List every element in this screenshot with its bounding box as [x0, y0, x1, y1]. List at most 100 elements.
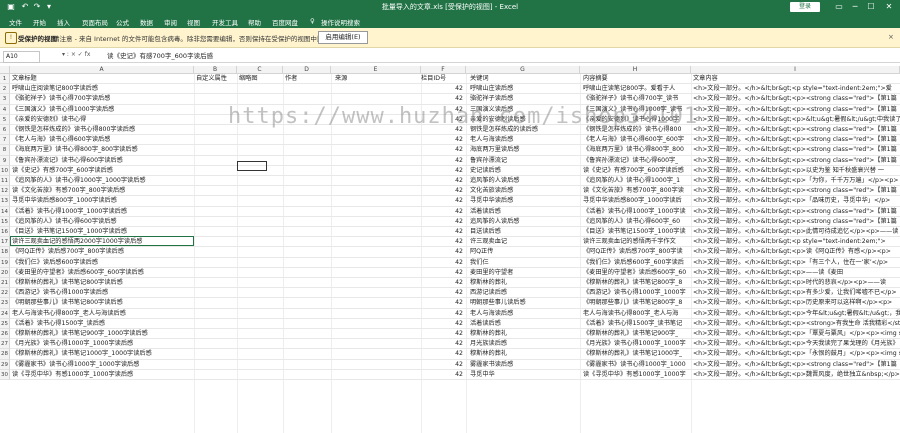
row-number[interactable]: 29 [0, 359, 10, 370]
title-cell[interactable]: 《穆斯林的葬礼》读书笔记1000字_1000字读后感 [12, 349, 152, 359]
minimize-icon[interactable]: ─ [850, 2, 860, 12]
tab-baidu-netdisk[interactable]: 百度网盘 [272, 17, 298, 27]
keyword-cell[interactable]: 穆斯林的葬礼 [470, 329, 507, 339]
keyword-cell[interactable]: 追风筝的人读后感 [470, 176, 520, 186]
table-row[interactable]: 呼啸山庄阅读笔记800字读后感 42 呼啸山庄读后感 呼啸山庄读笔记800字。爱看于人… [10, 84, 900, 95]
row-number[interactable]: 22 [0, 288, 10, 299]
tab-formulas[interactable]: 公式 [116, 17, 129, 27]
summary-cell[interactable]: 《追风筝的人》读书心得1000字_1 [583, 176, 680, 186]
row-number[interactable]: 5 [0, 114, 10, 125]
summary-cell[interactable]: 《西游记》读书心得1000字_1000字 [583, 288, 686, 298]
tab-developer[interactable]: 开发工具 [212, 17, 238, 27]
table-row[interactable]: 《老人与海》读书心得600字读后感 42 老人与海读后感 《老人与海》读书心得600字… [10, 135, 900, 146]
keyword-cell[interactable]: 文化苦旅读后感 [470, 186, 513, 196]
row-number[interactable]: 8 [0, 145, 10, 156]
row-number[interactable]: 12 [0, 186, 10, 197]
tab-view[interactable]: 视图 [187, 17, 200, 27]
content-cell[interactable]: <h>文段一部分。</h>&lt;br&gt;<p>历史原来可以这样啊</p><… [693, 298, 892, 308]
title-cell[interactable]: 《阿Q正传》读后感700字_800字读后感 [12, 247, 124, 257]
content-cell[interactable]: <h>文段一部分。</h>&lt;br&gt;<p><strong class=… [693, 156, 897, 166]
content-cell[interactable]: <h>文段一部分。</h>&lt;br&gt;<p>「品味历史，寻觅中华」</p… [693, 196, 890, 206]
keyword-cell[interactable]: 我们仨 [470, 258, 489, 268]
keyword-cell[interactable]: 月光族读后感 [470, 339, 507, 349]
content-cell[interactable]: <h>文段一部分。</h>&lt;br&gt;<p>时代的悲哀</p><p>——… [693, 278, 886, 288]
tab-page-layout[interactable]: 页面布局 [82, 17, 108, 27]
summary-cell[interactable]: 《追风筝的人》读书心得600字_60 [583, 217, 680, 227]
content-cell[interactable]: <h>文段一部分。</h>&lt;br&gt;<p><strong>有我生命 活… [693, 319, 900, 329]
content-cell[interactable]: <h>文段一部分。</h>&lt;br&gt;<p><strong class=… [693, 217, 897, 227]
summary-cell[interactable]: 读《寻觅中华》有感1000字_1000字 [583, 370, 686, 380]
enable-editing-button[interactable]: 启用编辑(E) [318, 31, 368, 44]
column-header-d[interactable]: D [283, 66, 331, 74]
table-row[interactable]: 《麦田里的守望者》读后感600字_600字读后感 42 麦田里的守望者 《麦田里的守望… [10, 268, 900, 278]
row-number[interactable]: 19 [0, 257, 10, 268]
row-number[interactable]: 17 [0, 237, 10, 248]
maximize-icon[interactable]: ☐ [866, 2, 876, 12]
tab-insert[interactable]: 插入 [57, 17, 70, 27]
row-number[interactable]: 28 [0, 349, 10, 360]
content-cell[interactable]: <h>文段一部分。</h>&lt;br&gt;<p><strong class=… [693, 360, 897, 370]
row-number[interactable]: 18 [0, 247, 10, 258]
tab-file[interactable]: 文件 [9, 17, 22, 27]
title-cell[interactable]: 《老人与海》读书心得600字读后感 [12, 135, 110, 145]
header-cell-d[interactable]: 作者 [285, 74, 297, 84]
row-number[interactable]: 30 [0, 369, 10, 380]
column-id-cell[interactable]: 42 [421, 176, 463, 186]
row-number[interactable]: 26 [0, 329, 10, 340]
column-header-h[interactable]: H [580, 66, 691, 74]
table-row[interactable]: 读《史记》有感700字_600字读后感 42 史记读后感 读《史记》有感700字_60… [10, 166, 900, 176]
column-id-cell[interactable]: 42 [421, 217, 463, 227]
summary-cell[interactable]: 《我们仨》读后感600字_600字读后 [583, 258, 684, 268]
title-cell[interactable]: 寻觅中华读后感800字_1000字读后感 [12, 196, 117, 206]
keyword-cell[interactable]: 目送读后感 [470, 227, 501, 237]
column-id-cell[interactable]: 42 [421, 309, 463, 319]
tab-help[interactable]: 帮助 [248, 17, 261, 27]
title-cell[interactable]: 读《文化苦旅》有感700字_800字读后感 [12, 186, 125, 196]
header-row[interactable]: 文章标题 自定义属性 缩略图 作者 来源 栏目ID号 关键词 内容摘要 文章内容 [10, 74, 900, 85]
tell-me-search[interactable]: 操作说明搜索 [321, 17, 360, 27]
column-id-cell[interactable]: 42 [421, 227, 463, 237]
title-cell[interactable]: 《骆驼祥子》读书心得700字读后感 [12, 94, 110, 104]
table-row[interactable]: 《穆斯林的葬礼》读书笔记800字读后感 42 穆斯林的葬礼 《穆斯林的葬礼》读书笔记8… [10, 278, 900, 289]
header-cell-g[interactable]: 关键词 [470, 74, 489, 84]
row-number[interactable]: 2 [0, 84, 10, 95]
summary-cell[interactable]: 老人与海读书心得800字_老人与海 [583, 309, 678, 319]
title-cell[interactable]: 《明朝那些事儿》读书笔记800字读后感 [12, 298, 123, 308]
column-id-cell[interactable]: 42 [421, 349, 463, 359]
keyword-cell[interactable]: 穆斯林的葬礼 [470, 278, 507, 288]
close-icon[interactable]: × [888, 33, 894, 41]
table-row[interactable]: 老人与海读书心得800字_老人与海读后感 42 老人与海读后感 老人与海读书心得800… [10, 309, 900, 319]
keyword-cell[interactable]: 雾霾家书读后感 [470, 360, 513, 370]
column-header-g[interactable]: G [466, 66, 580, 74]
column-header-b[interactable]: B [194, 66, 237, 74]
keyword-cell[interactable]: 穆斯林的葬礼 [470, 349, 507, 359]
content-cell[interactable]: <h>文段一部分。</h>&lt;br&gt;<p>「为你，千千万万遍」</p>… [693, 176, 898, 186]
table-row[interactable]: 《月光族》读书心得1000字_1000字读后感 42 月光族读后感 《月光族》读书心得… [10, 339, 900, 350]
content-cell[interactable]: <h>文段一部分。</h>&lt;br&gt;<p>有多少爱，让我们唏嘘不已</… [693, 288, 897, 298]
title-cell[interactable]: 《鲁宾孙漂流记》读书心得600字读后感 [12, 156, 123, 166]
row-number[interactable]: 11 [0, 176, 10, 187]
column-id-cell[interactable]: 42 [421, 370, 463, 380]
summary-cell[interactable]: 《阿Q正传》读后感700字_800字读 [583, 247, 683, 257]
row-number[interactable]: 21 [0, 278, 10, 289]
close-icon[interactable]: ✕ [884, 2, 894, 12]
column-id-cell[interactable]: 42 [421, 247, 463, 257]
table-row[interactable]: 《我们仨》读后感600字读后感 42 我们仨 《我们仨》读后感600字_600字读后 <… [10, 258, 900, 268]
content-cell[interactable]: <h>文段一部分。</h>&lt;br&gt;<p>以史为鉴 知千秋盛衰兴替 一 [693, 166, 884, 176]
header-cell-i[interactable]: 文章内容 [693, 74, 718, 84]
content-cell[interactable]: <h>文段一部分。</h>&lt;br&gt;<p>魏晋风度，绝世独立&nbsp… [693, 370, 900, 380]
column-id-cell[interactable]: 42 [421, 298, 463, 308]
select-all-corner[interactable] [0, 66, 10, 74]
row-number[interactable]: 15 [0, 216, 10, 227]
keyword-cell[interactable]: 鲁宾孙漂流记 [470, 156, 507, 166]
row-number[interactable]: 6 [0, 125, 10, 136]
selected-empty-cell[interactable] [237, 161, 267, 171]
column-id-cell[interactable]: 42 [421, 278, 463, 288]
keyword-cell[interactable]: 老人与海读后感 [470, 309, 513, 319]
summary-cell[interactable]: 《雾霾家书》读书心得1000字_1000 [583, 360, 686, 370]
row-number[interactable]: 20 [0, 267, 10, 278]
title-cell[interactable]: 读《寻觅中华》有感1000字_1000字读后感 [12, 370, 133, 380]
keyword-cell[interactable]: 寻觅中华 [470, 370, 495, 380]
column-id-cell[interactable]: 42 [421, 258, 463, 268]
keyword-cell[interactable]: 明朝那些事儿读后感 [470, 298, 526, 308]
